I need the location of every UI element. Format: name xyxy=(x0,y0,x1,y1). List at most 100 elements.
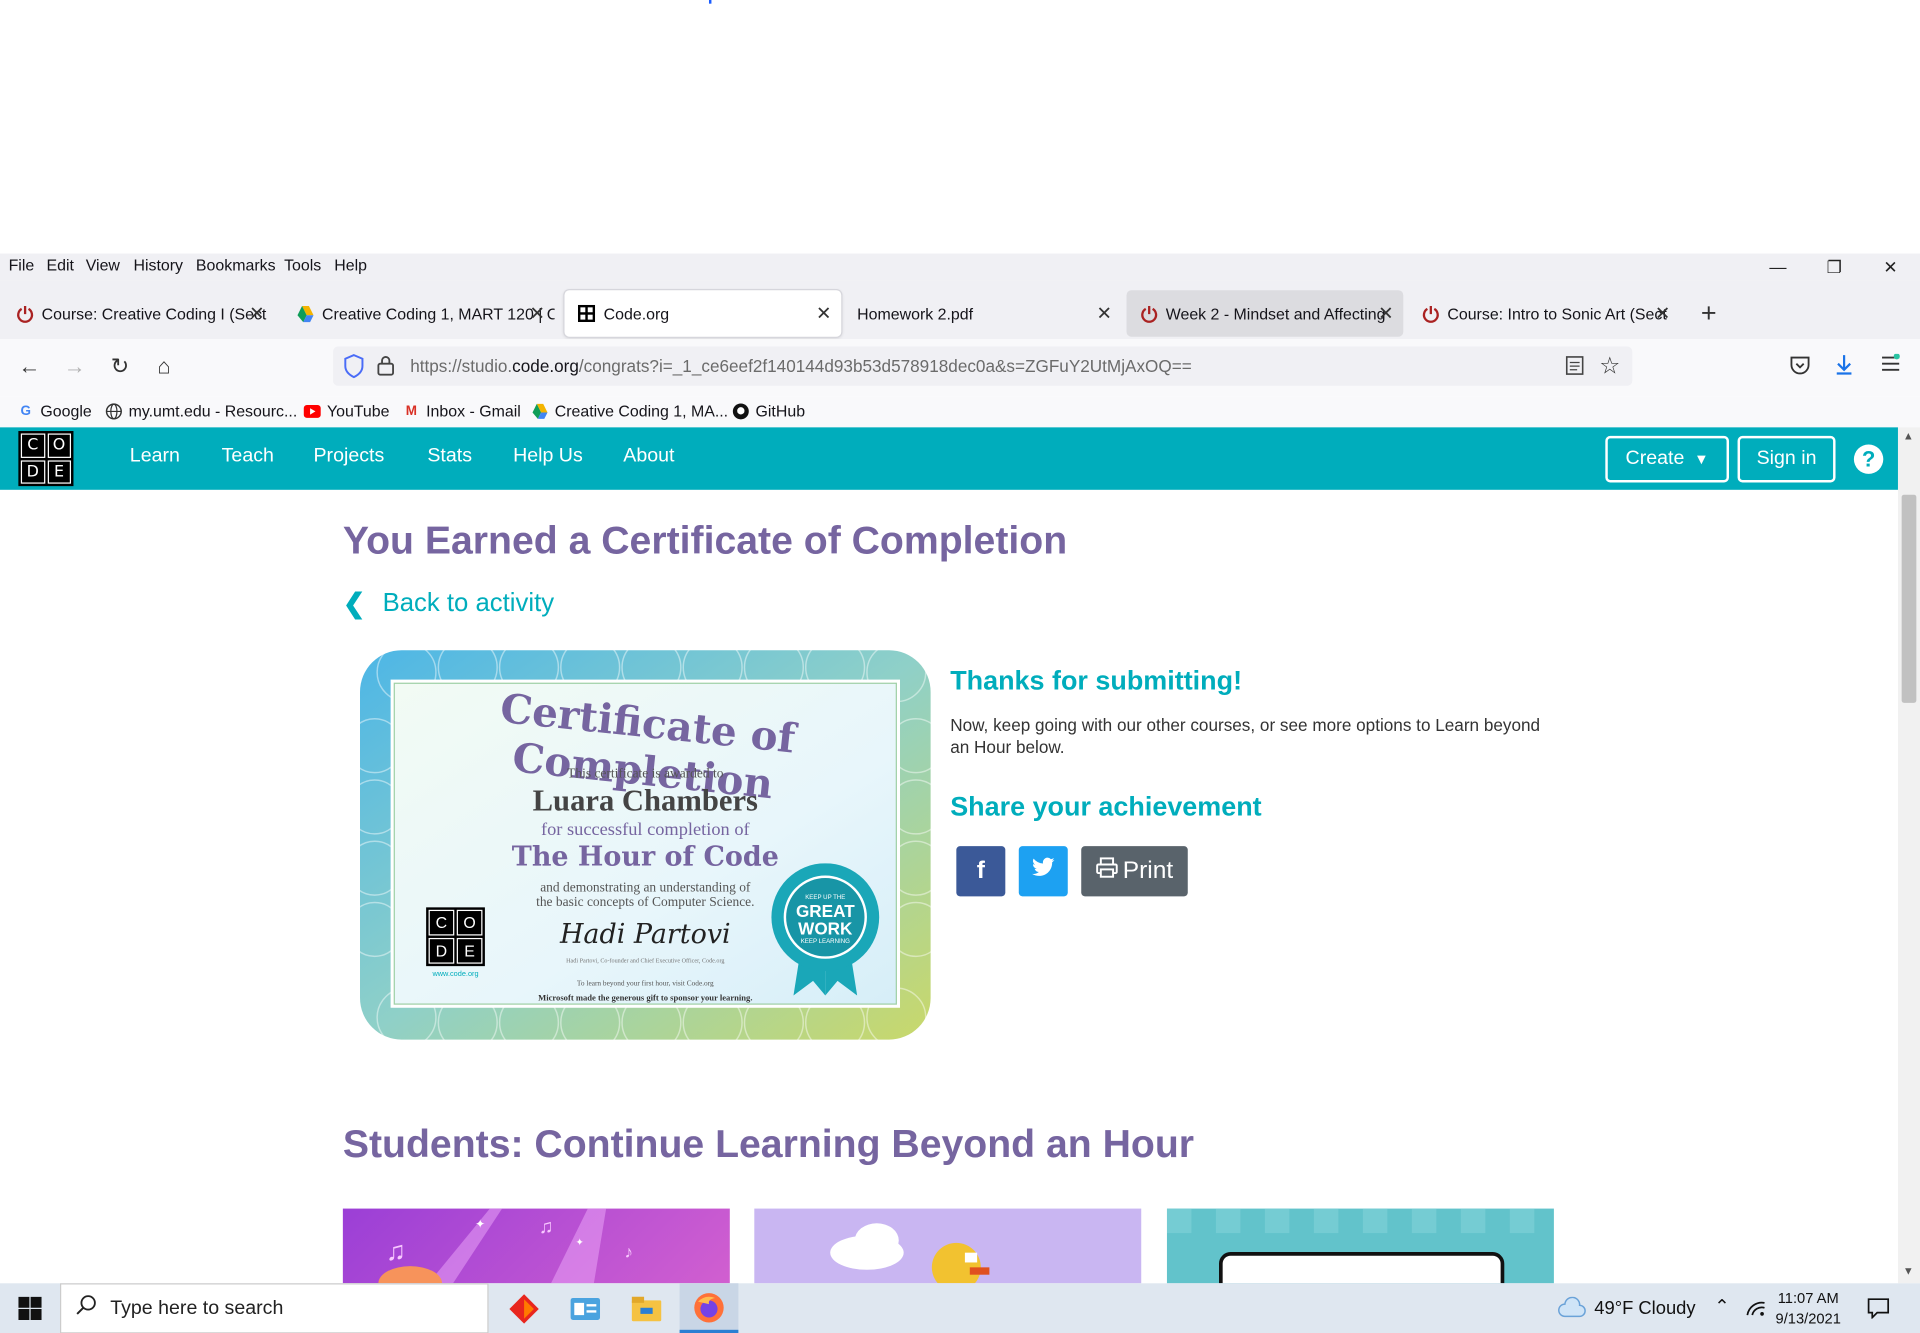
google-icon: G xyxy=(20,403,31,419)
bookmark-youtube[interactable]: YouTube xyxy=(303,402,390,420)
globe-icon xyxy=(105,402,122,419)
shield-icon[interactable] xyxy=(343,354,365,382)
tab-mart120[interactable]: Creative Coding 1, MART 120 | C ✕ xyxy=(283,290,555,337)
facebook-icon: f xyxy=(976,857,985,885)
system-clock[interactable]: 11:07 AM 9/13/2021 xyxy=(1776,1288,1841,1330)
page-scrollbar[interactable]: ▲ ▼ xyxy=(1897,427,1920,1284)
firefox-taskbar-button[interactable] xyxy=(679,1283,739,1333)
power-icon xyxy=(1420,304,1440,324)
bookmark-star-icon[interactable]: ☆ xyxy=(1599,353,1620,381)
notification-icon[interactable] xyxy=(1866,1297,1890,1325)
tab-homework-pdf[interactable]: Homework 2.pdf ✕ xyxy=(845,290,1122,337)
close-tab-icon[interactable]: ✕ xyxy=(1096,302,1111,325)
bookmark-creative-coding[interactable]: Creative Coding 1, MA... xyxy=(531,402,728,420)
tab-sonic-art[interactable]: Course: Intro to Sonic Art (Sect ✕ xyxy=(1408,290,1680,337)
app-card-icon[interactable] xyxy=(569,1293,601,1325)
menu-history[interactable]: History xyxy=(133,256,183,274)
nav-stats[interactable]: Stats xyxy=(427,446,472,468)
close-tab-icon[interactable]: ✕ xyxy=(1655,302,1670,325)
app-diamond-icon[interactable] xyxy=(508,1293,540,1325)
sign-in-button[interactable]: Sign in xyxy=(1737,435,1836,483)
search-icon xyxy=(76,1294,98,1322)
back-arrow-icon[interactable]: ← xyxy=(15,354,44,380)
continue-learning-title: Students: Continue Learning Beyond an Ho… xyxy=(342,1121,1195,1166)
download-icon[interactable] xyxy=(1833,353,1855,384)
bookmark-google[interactable]: G Google xyxy=(17,402,92,420)
home-icon[interactable]: ⌂ xyxy=(149,354,178,380)
certificate-image: Certificate of Completion This certifica… xyxy=(347,637,944,1053)
menu-edit[interactable]: Edit xyxy=(47,256,74,274)
certificate-awarded: This certificate is awarded to xyxy=(567,766,724,782)
reload-icon[interactable]: ↻ xyxy=(105,354,134,380)
close-tab-icon[interactable]: ✕ xyxy=(249,302,264,325)
bookmark-gmail[interactable]: M Inbox - Gmail xyxy=(403,402,521,420)
firefox-icon xyxy=(693,1292,725,1330)
printer-icon xyxy=(1096,857,1118,885)
wifi-icon[interactable] xyxy=(1745,1298,1767,1324)
reader-view-icon[interactable] xyxy=(1565,355,1585,379)
course-card-minecraft[interactable] xyxy=(1166,1208,1554,1284)
close-tab-icon[interactable]: ✕ xyxy=(816,302,831,325)
menu-tools[interactable]: Tools xyxy=(284,256,321,274)
close-tab-icon[interactable]: ✕ xyxy=(1378,302,1393,325)
certificate-code-logo: C O D E xyxy=(426,907,485,967)
nav-teach[interactable]: Teach xyxy=(222,446,274,468)
twitter-icon xyxy=(1031,857,1055,885)
nav-about[interactable]: About xyxy=(623,446,674,468)
restore-icon[interactable]: ❐ xyxy=(1806,257,1862,278)
drive-icon xyxy=(531,402,548,419)
nav-projects[interactable]: Projects xyxy=(313,446,384,468)
url-text: https://studio.code.org/congrats?i=_1_ce… xyxy=(410,356,1192,376)
flappy-illustration xyxy=(830,1223,990,1284)
nav-help-us[interactable]: Help Us xyxy=(513,446,583,468)
tab-creative-coding-course[interactable]: Course: Creative Coding I (Sect ✕ xyxy=(2,290,274,337)
back-to-activity-link[interactable]: ❮ Back to activity xyxy=(343,588,554,620)
file-explorer-icon[interactable] xyxy=(631,1293,663,1325)
help-icon[interactable]: ? xyxy=(1853,444,1884,474)
forward-arrow-icon[interactable]: → xyxy=(60,354,89,380)
svg-text:♫: ♫ xyxy=(386,1236,406,1266)
svg-text:♫: ♫ xyxy=(539,1216,554,1238)
pocket-icon[interactable] xyxy=(1789,355,1811,382)
menu-hamburger-icon[interactable] xyxy=(1880,353,1902,380)
scroll-down-icon[interactable]: ▼ xyxy=(1903,1265,1914,1277)
windows-taskbar: Type here to search 49°F Cloudy ⌃ 11:07 … xyxy=(0,1283,1920,1333)
lock-icon[interactable] xyxy=(377,355,394,379)
menu-help[interactable]: Help xyxy=(334,256,367,274)
menu-file[interactable]: File xyxy=(9,256,35,274)
course-card-flappy[interactable] xyxy=(754,1208,1142,1284)
windows-start-icon[interactable] xyxy=(18,1296,42,1326)
nav-learn[interactable]: Learn xyxy=(130,446,180,468)
create-button[interactable]: Create ▼ xyxy=(1605,435,1729,483)
code-logo[interactable]: C O D E xyxy=(18,431,74,487)
address-bar[interactable]: https://studio.code.org/congrats?i=_1_ce… xyxy=(333,346,1633,386)
minimize-icon[interactable]: — xyxy=(1750,257,1806,277)
minecraft-illustration xyxy=(1166,1208,1535,1284)
certificate-for: for successful completion of xyxy=(540,820,750,841)
course-card-dance[interactable]: ♫ ♫ ♪ ✦ ✦ xyxy=(342,1208,730,1284)
twitter-share-button[interactable] xyxy=(1018,846,1068,897)
close-tab-icon[interactable]: ✕ xyxy=(530,302,545,325)
menu-view[interactable]: View xyxy=(86,256,120,274)
weather-cloud-icon[interactable] xyxy=(1558,1296,1587,1325)
tab-week2[interactable]: Week 2 - Mindset and Affecting ✕ xyxy=(1126,290,1404,337)
certificate-url: www.code.org xyxy=(432,971,479,979)
weather-text[interactable]: 49°F Cloudy xyxy=(1594,1298,1695,1319)
facebook-share-button[interactable]: f xyxy=(956,846,1006,897)
new-tab-icon[interactable]: + xyxy=(1701,298,1717,330)
bookmark-umt[interactable]: my.umt.edu - Resourc... xyxy=(105,402,297,420)
close-window-icon[interactable]: ✕ xyxy=(1862,257,1918,278)
chevron-up-icon[interactable]: ⌃ xyxy=(1714,1296,1729,1318)
caret-down-icon: ▼ xyxy=(1694,450,1709,468)
share-title: Share your achievement xyxy=(950,791,1262,822)
bookmark-github[interactable]: GitHub xyxy=(732,402,805,420)
print-button[interactable]: Print xyxy=(1081,846,1188,897)
drive-icon xyxy=(295,304,315,324)
tab-codeorg[interactable]: Code.org ✕ xyxy=(564,290,842,337)
scrollbar-thumb[interactable] xyxy=(1901,494,1917,703)
cursor-mark xyxy=(708,0,712,4)
scroll-up-icon[interactable]: ▲ xyxy=(1903,430,1914,442)
site-header: C O D E Learn Teach Projects Stats Help … xyxy=(0,427,1898,490)
menu-bookmarks[interactable]: Bookmarks xyxy=(196,256,276,274)
taskbar-search-box[interactable]: Type here to search xyxy=(60,1283,489,1333)
